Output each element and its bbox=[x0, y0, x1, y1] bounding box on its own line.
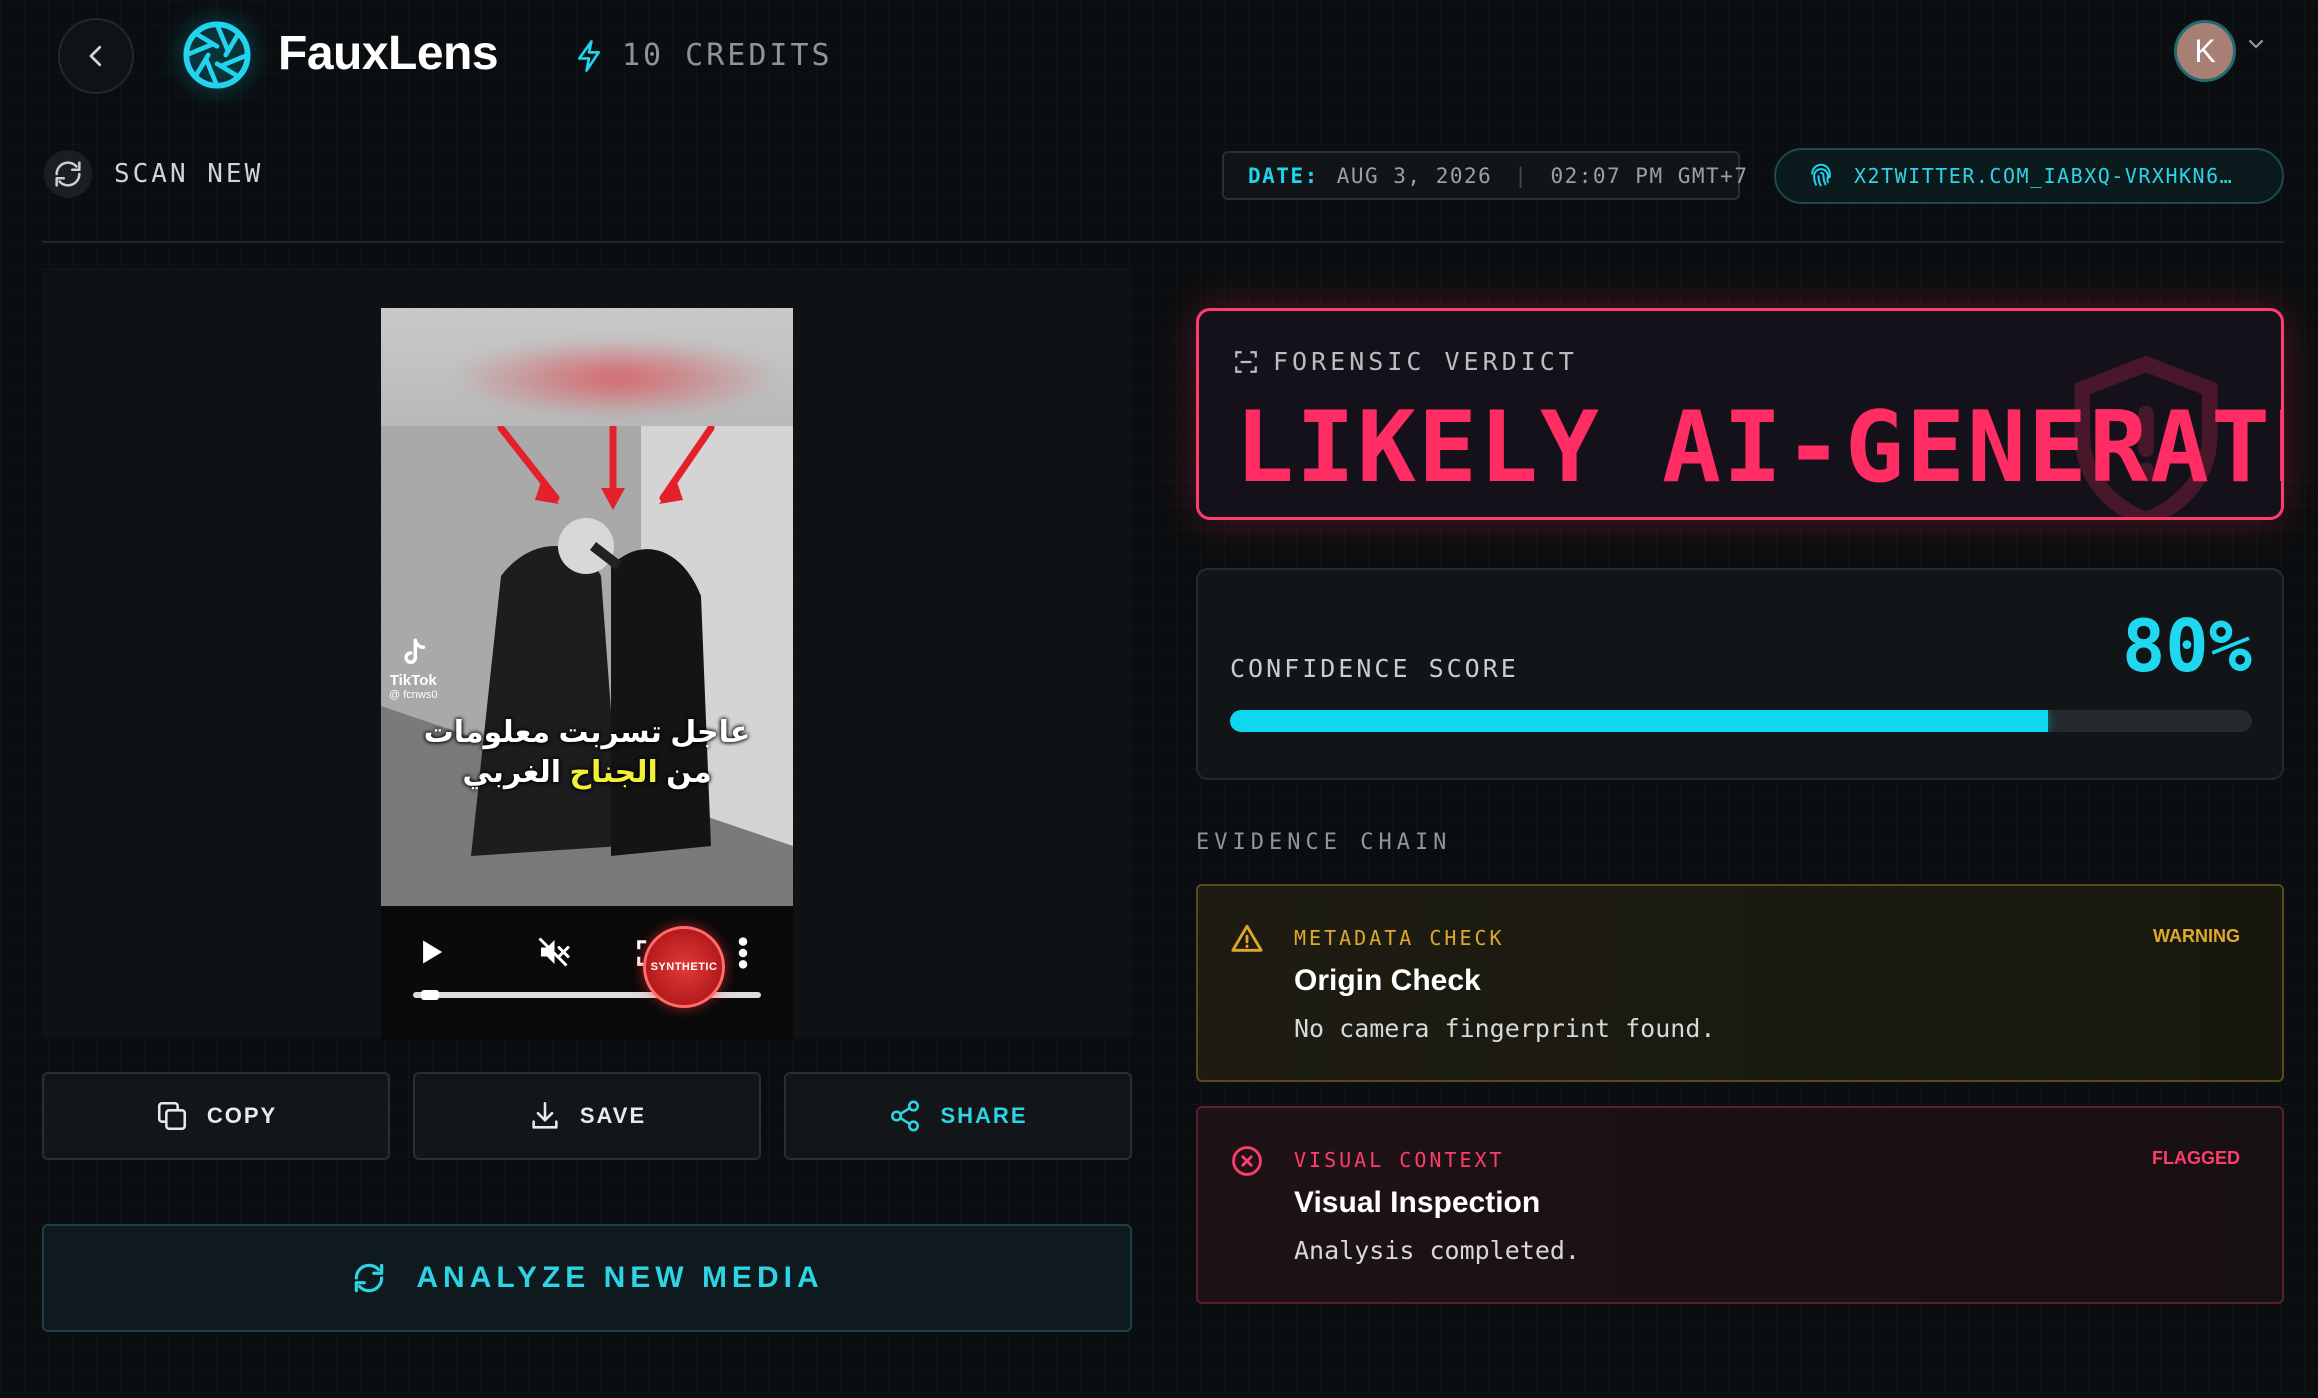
tiktok-logo-icon bbox=[404, 638, 426, 664]
credits-indicator: 10 CREDITS bbox=[574, 38, 833, 73]
share-label: SHARE bbox=[940, 1103, 1028, 1128]
chevron-left-icon bbox=[89, 45, 102, 67]
evidence-title: Visual Inspection bbox=[1294, 1186, 1541, 1219]
fingerprint-icon bbox=[1811, 163, 1831, 187]
source-url-pill[interactable]: X2TWITTER.COM_IABXQ-VRXHKN6… bbox=[1774, 148, 2284, 204]
verdict-label: FORENSIC VERDICT bbox=[1273, 347, 1578, 376]
lightning-icon bbox=[577, 39, 601, 72]
tiktok-handle: @ fcnws0 bbox=[389, 689, 438, 701]
evidence-description: Analysis completed. bbox=[1294, 1236, 1580, 1265]
evidence-category: METADATA CHECK bbox=[1294, 926, 1505, 950]
video-frame-illustration bbox=[381, 422, 793, 906]
confidence-bar-track bbox=[1230, 710, 2252, 732]
scan-new-button[interactable]: SCAN NEW bbox=[44, 150, 263, 198]
warning-triangle-icon bbox=[1231, 924, 1263, 952]
copy-icon bbox=[157, 1101, 186, 1131]
video-progress-thumb[interactable] bbox=[421, 990, 440, 1000]
evidence-title: Origin Check bbox=[1294, 964, 1481, 997]
share-icon bbox=[891, 1100, 920, 1132]
date-separator: | bbox=[1514, 163, 1529, 188]
time-value: 02:07 PM GMT+7 bbox=[1550, 163, 1749, 188]
mute-icon[interactable] bbox=[535, 934, 571, 970]
evidence-status-badge: WARNING bbox=[2153, 926, 2240, 946]
credits-count: 10 CREDITS bbox=[622, 38, 833, 73]
save-button[interactable]: SAVE bbox=[413, 1072, 761, 1160]
tiktok-watermark: TikTok @ fcnws0 bbox=[389, 638, 437, 701]
caption-text-end: الغربي bbox=[462, 756, 570, 789]
evidence-chain-title: EVIDENCE CHAIN bbox=[1196, 830, 1452, 855]
synthetic-stamp: SYNTHETIC bbox=[643, 926, 725, 1008]
download-icon bbox=[532, 1101, 558, 1129]
evidence-status-badge: FLAGGED bbox=[2152, 1148, 2240, 1168]
caption-highlight: الجناح bbox=[569, 756, 658, 789]
scan-frame-icon bbox=[1235, 350, 1257, 373]
video-controls-bar bbox=[381, 906, 793, 1040]
evidence-card-metadata[interactable]: METADATA CHECK WARNING Origin Check No c… bbox=[1196, 884, 2284, 1082]
copy-label: COPY bbox=[206, 1103, 278, 1128]
caption-line-2: من الجناح الغربي bbox=[381, 753, 793, 793]
evidence-description: No camera fingerprint found. bbox=[1294, 1014, 1716, 1043]
chevron-down-icon[interactable] bbox=[2246, 36, 2266, 52]
caption-text: من bbox=[657, 756, 712, 789]
confidence-score-card: CONFIDENCE SCORE 80% bbox=[1196, 568, 2284, 780]
save-label: SAVE bbox=[579, 1103, 647, 1128]
scan-date: DATE: AUG 3, 2026 | 02:07 PM GMT+7 bbox=[1222, 151, 1747, 200]
video-caption: عاجل تسربت معلومات من الجناح الغربي bbox=[381, 713, 793, 793]
date-value: AUG 3, 2026 bbox=[1336, 163, 1493, 188]
refresh-icon bbox=[44, 150, 92, 198]
more-options-icon[interactable] bbox=[737, 936, 749, 970]
play-icon[interactable] bbox=[419, 938, 445, 966]
x-circle-icon bbox=[1232, 1146, 1262, 1176]
share-button[interactable]: SHARE bbox=[784, 1072, 1132, 1160]
analyze-label: ANALYZE NEW MEDIA bbox=[416, 1261, 824, 1294]
confidence-bar-fill bbox=[1230, 710, 2048, 732]
evidence-card-visual[interactable]: VISUAL CONTEXT FLAGGED Visual Inspection… bbox=[1196, 1106, 2284, 1304]
media-preview[interactable]: TikTok @ fcnws0 عاجل تسربت معلومات من ال… bbox=[381, 308, 793, 1040]
header-divider bbox=[42, 241, 2284, 243]
tiktok-label: TikTok bbox=[389, 671, 437, 689]
shield-icon bbox=[2074, 355, 2218, 517]
brand-name: FauxLens bbox=[278, 27, 499, 80]
back-button[interactable] bbox=[58, 18, 134, 94]
scan-new-label: SCAN NEW bbox=[114, 159, 264, 189]
refresh-icon bbox=[355, 1263, 384, 1293]
video-top-region bbox=[381, 308, 793, 426]
forensic-verdict-card: FORENSIC VERDICT LIKELY AI-GENERATED bbox=[1196, 308, 2284, 520]
copy-button[interactable]: COPY bbox=[42, 1072, 390, 1160]
evidence-category: VISUAL CONTEXT bbox=[1294, 1148, 1505, 1172]
date-label: DATE: bbox=[1248, 163, 1319, 188]
aperture-logo-icon bbox=[183, 21, 251, 89]
caption-line-1: عاجل تسربت معلومات bbox=[423, 716, 751, 749]
source-url: X2TWITTER.COM_IABXQ-VRXHKN6… bbox=[1854, 164, 2234, 188]
confidence-value: 80% bbox=[2121, 604, 2252, 688]
video-scene bbox=[381, 422, 793, 906]
user-avatar[interactable]: K bbox=[2174, 20, 2236, 82]
confidence-label: CONFIDENCE SCORE bbox=[1230, 654, 1519, 683]
avatar-initial: K bbox=[2194, 32, 2216, 69]
verdict-label-row: FORENSIC VERDICT bbox=[1233, 347, 1578, 376]
analyze-new-media-button[interactable]: ANALYZE NEW MEDIA bbox=[42, 1224, 1132, 1332]
